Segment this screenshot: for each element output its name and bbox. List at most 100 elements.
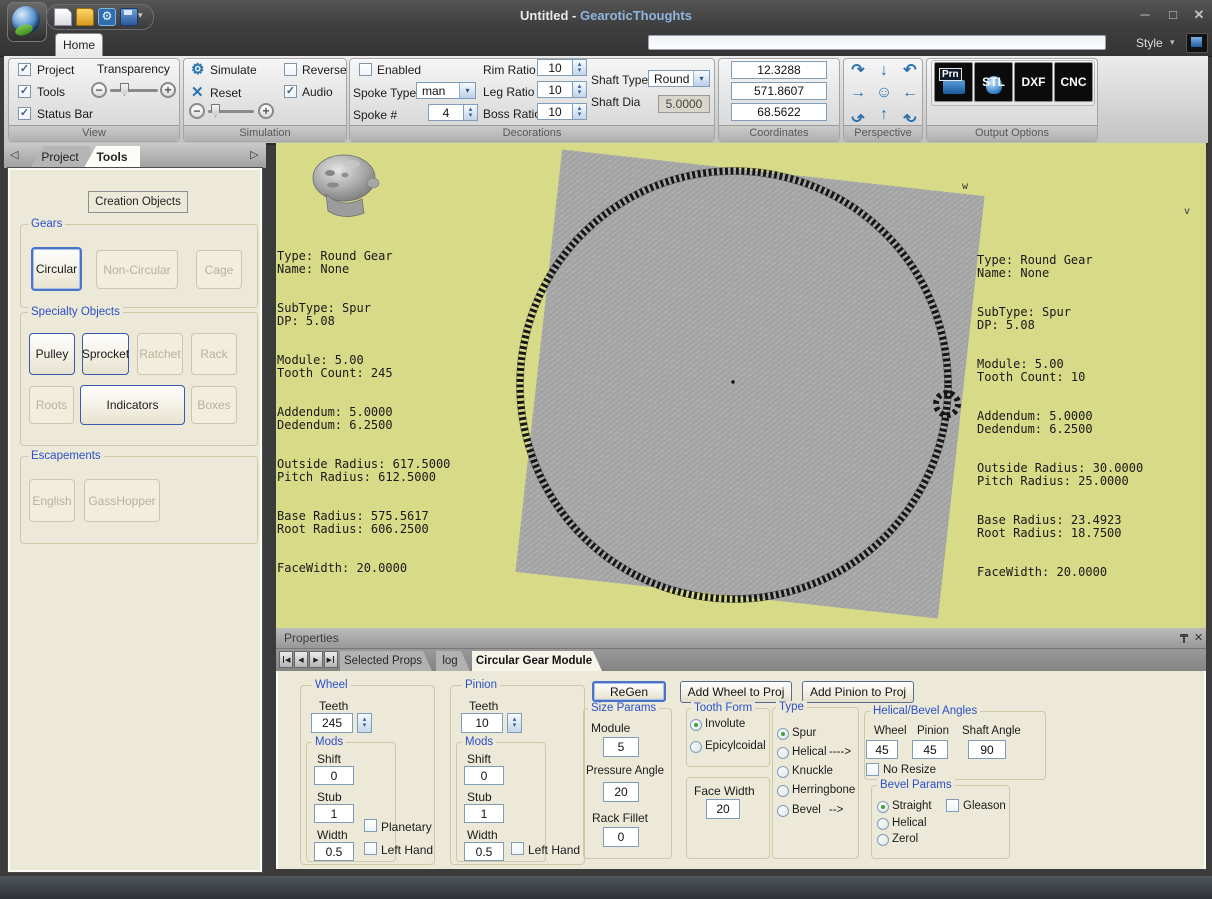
- non-circular-button[interactable]: Non-Circular: [96, 250, 178, 289]
- ratchet-button[interactable]: Ratchet: [137, 333, 183, 375]
- pan-right-icon[interactable]: →: [846, 82, 870, 104]
- spur-radio[interactable]: [777, 728, 789, 740]
- rim-ratio-stepper[interactable]: ▴▾: [573, 59, 587, 76]
- module-input[interactable]: [603, 737, 639, 757]
- pulley-button[interactable]: Pulley: [29, 333, 75, 375]
- spoke-type-chevron-down-icon[interactable]: ▾: [459, 83, 475, 98]
- reset-view-smiley-icon[interactable]: ☺: [872, 82, 896, 104]
- no-resize-checkbox[interactable]: [866, 763, 879, 776]
- style-chevron-down-icon[interactable]: ▾: [1170, 37, 1175, 48]
- dxf-output-button[interactable]: DXF: [1014, 62, 1053, 102]
- zerol-radio[interactable]: [877, 834, 889, 846]
- sim-speed-plus-icon[interactable]: +: [258, 103, 274, 119]
- tools-checkbox[interactable]: ✓: [18, 85, 31, 98]
- indicators-button[interactable]: Indicators: [80, 385, 185, 425]
- shaft-angle-input[interactable]: [968, 740, 1006, 759]
- circular-button[interactable]: Circular: [31, 247, 82, 291]
- coordinate-y-field[interactable]: [731, 82, 827, 100]
- add-pinion-to-proj-button[interactable]: Add Pinion to Proj: [802, 681, 914, 703]
- close-button[interactable]: ✕: [1188, 7, 1210, 23]
- roots-button[interactable]: Roots: [29, 386, 74, 424]
- print-output-button[interactable]: Prn: [934, 62, 973, 102]
- wheel-teeth-stepper[interactable]: ▴▾: [357, 713, 372, 733]
- sidebar-scroll-left-icon[interactable]: ◁: [10, 148, 18, 161]
- pan-left-icon[interactable]: ←: [898, 82, 922, 104]
- cnc-output-button[interactable]: CNC: [1054, 62, 1093, 102]
- spoke-count-input[interactable]: [428, 104, 464, 121]
- transparency-minus-icon[interactable]: −: [91, 82, 107, 98]
- rack-button[interactable]: Rack: [191, 333, 237, 375]
- project-checkbox[interactable]: ✓: [18, 63, 31, 76]
- sprocket-button[interactable]: Sprocket: [82, 333, 129, 375]
- spoke-type-dropdown[interactable]: man ▾: [416, 82, 476, 99]
- enabled-checkbox[interactable]: [359, 63, 372, 76]
- angles-pinion-input[interactable]: [912, 740, 948, 759]
- tab-nav-prev-button[interactable]: ◀: [294, 651, 308, 668]
- pinion-teeth-input[interactable]: [461, 713, 503, 733]
- english-button[interactable]: English: [29, 479, 75, 522]
- style-dropdown[interactable]: Style: [1136, 36, 1163, 50]
- transparency-plus-icon[interactable]: +: [160, 82, 176, 98]
- gear-canvas[interactable]: Type: Round GearName: None SubType: Spur…: [276, 143, 1206, 628]
- pinion-shift-input[interactable]: [464, 766, 504, 785]
- leg-ratio-stepper[interactable]: ▴▾: [573, 81, 587, 98]
- coordinate-x-field[interactable]: [731, 61, 827, 79]
- rim-ratio-input[interactable]: [537, 59, 573, 76]
- knuckle-radio[interactable]: [777, 766, 789, 778]
- tab-circular-gear-module[interactable]: Circular Gear Module: [472, 651, 602, 671]
- boxes-button[interactable]: Boxes: [191, 386, 237, 424]
- audio-checkbox[interactable]: ✓: [284, 85, 297, 98]
- bevel-helical-radio[interactable]: [877, 818, 889, 830]
- status-bar-checkbox[interactable]: ✓: [18, 107, 31, 120]
- sidebar-scroll-right-icon[interactable]: ▷: [250, 148, 258, 161]
- bevel-radio[interactable]: [777, 805, 789, 817]
- tab-nav-first-button[interactable]: ◀: [279, 651, 293, 668]
- gleason-checkbox[interactable]: [946, 799, 959, 812]
- reverse-checkbox[interactable]: [284, 63, 297, 76]
- rotate-cw-icon[interactable]: ↷: [846, 60, 870, 82]
- pinion-left-hand-checkbox[interactable]: [511, 842, 524, 855]
- pinion-teeth-stepper[interactable]: ▴▾: [507, 713, 522, 733]
- shaft-type-chevron-down-icon[interactable]: ▾: [693, 71, 709, 86]
- tilt-up-icon[interactable]: ↑: [872, 104, 896, 126]
- rack-fillet-input[interactable]: [603, 827, 639, 847]
- leg-ratio-input[interactable]: [537, 81, 573, 98]
- wheel-width-input[interactable]: [314, 842, 354, 861]
- minimize-button[interactable]: ─: [1134, 7, 1156, 22]
- wheel-stub-input[interactable]: [314, 804, 354, 823]
- reset-button[interactable]: Reset: [210, 86, 241, 100]
- boss-ratio-input[interactable]: [537, 103, 573, 120]
- rotate-ccw-icon[interactable]: ↶: [898, 60, 922, 82]
- wheel-left-hand-checkbox[interactable]: [364, 842, 377, 855]
- planetary-checkbox[interactable]: [364, 819, 377, 832]
- sim-speed-minus-icon[interactable]: −: [189, 103, 205, 119]
- wheel-teeth-input[interactable]: [311, 713, 353, 733]
- pinion-stub-input[interactable]: [464, 804, 504, 823]
- epicylcoidal-radio[interactable]: [690, 741, 702, 753]
- face-width-input[interactable]: [706, 799, 740, 819]
- regen-button[interactable]: ReGen: [592, 681, 666, 702]
- shaft-type-dropdown[interactable]: Round ▾: [648, 70, 710, 87]
- maximize-button[interactable]: □: [1162, 7, 1184, 22]
- pressure-angle-input[interactable]: [603, 782, 639, 802]
- tab-selected-props[interactable]: Selected Props: [340, 651, 432, 671]
- properties-close-icon[interactable]: ✕: [1194, 631, 1203, 644]
- coordinate-z-field[interactable]: [731, 103, 827, 121]
- shaft-dia-input[interactable]: [658, 95, 710, 113]
- herringbone-radio[interactable]: [777, 785, 789, 797]
- rotate-cw-up-icon[interactable]: ↷: [846, 104, 870, 126]
- stl-output-button[interactable]: STL: [974, 62, 1013, 102]
- pinion-width-input[interactable]: [464, 842, 504, 861]
- cage-button[interactable]: Cage: [196, 250, 242, 289]
- add-wheel-to-proj-button[interactable]: Add Wheel to Proj: [680, 681, 792, 703]
- boss-ratio-stepper[interactable]: ▴▾: [573, 103, 587, 120]
- straight-radio[interactable]: [877, 801, 889, 813]
- tab-home[interactable]: Home: [55, 33, 103, 57]
- gasshopper-button[interactable]: GassHopper: [84, 479, 160, 522]
- helical-radio[interactable]: [777, 747, 789, 759]
- rotate-ccw-up-icon[interactable]: ↶: [898, 104, 922, 126]
- wheel-shift-input[interactable]: [314, 766, 354, 785]
- tilt-down-icon[interactable]: ↓: [872, 60, 896, 82]
- angles-wheel-input[interactable]: [866, 740, 898, 759]
- style-theme-icon[interactable]: [1186, 33, 1208, 53]
